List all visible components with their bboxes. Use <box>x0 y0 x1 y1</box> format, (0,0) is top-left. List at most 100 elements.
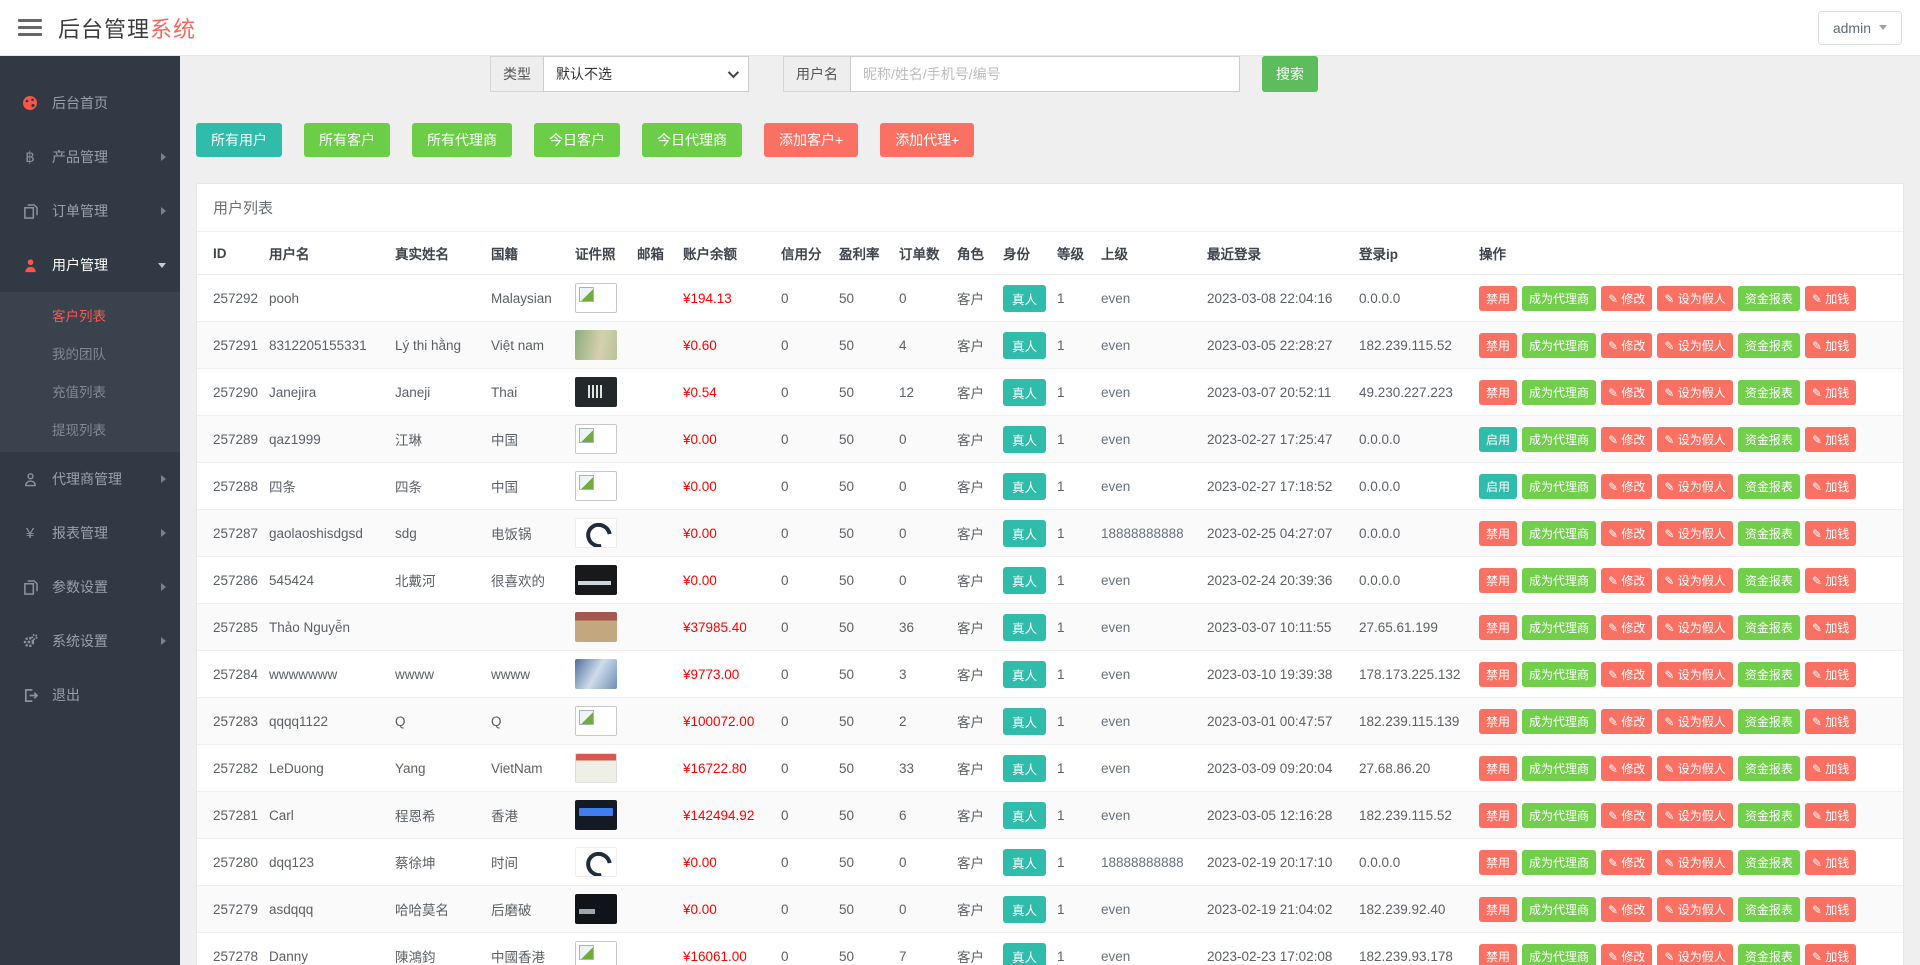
row-action-button[interactable]: 资金报表 <box>1738 850 1800 875</box>
row-action-button[interactable]: 资金报表 <box>1738 756 1800 781</box>
sidebar-item-agents[interactable]: 代理商管理 <box>0 452 180 506</box>
row-action-button[interactable]: 资金报表 <box>1738 427 1800 452</box>
id-photo-thumbnail[interactable] <box>575 847 617 877</box>
id-photo-thumbnail[interactable] <box>575 894 617 924</box>
row-action-button[interactable]: ✎ 设为假人 <box>1657 850 1732 875</box>
toggle-status-button[interactable]: 禁用 <box>1479 568 1517 593</box>
row-action-button[interactable]: ✎ 修改 <box>1601 662 1652 687</box>
toggle-status-button[interactable]: 禁用 <box>1479 521 1517 546</box>
row-action-button[interactable]: ✎ 修改 <box>1601 803 1652 828</box>
row-action-button[interactable]: ✎ 修改 <box>1601 427 1652 452</box>
row-action-button[interactable]: ✎ 修改 <box>1601 897 1652 922</box>
row-action-button[interactable]: ✎ 设为假人 <box>1657 756 1732 781</box>
row-action-button[interactable]: ✎ 修改 <box>1601 709 1652 734</box>
toggle-status-button[interactable]: 禁用 <box>1479 803 1517 828</box>
row-action-button[interactable]: 成为代理商 <box>1522 803 1596 828</box>
row-action-button[interactable]: 资金报表 <box>1738 333 1800 358</box>
all-customers-button[interactable]: 所有客户 <box>304 123 390 157</box>
row-action-button[interactable]: ✎ 修改 <box>1601 756 1652 781</box>
username-search-input[interactable] <box>850 56 1240 92</box>
id-photo-thumbnail[interactable] <box>575 612 617 642</box>
id-photo-thumbnail[interactable] <box>575 706 617 736</box>
sidebar-item-users[interactable]: 用户管理 <box>0 238 180 292</box>
sidebar-item-orders[interactable]: 订单管理 <box>0 184 180 238</box>
row-action-button[interactable]: ✎ 设为假人 <box>1657 333 1732 358</box>
row-action-button[interactable]: ✎ 加钱 <box>1805 380 1856 405</box>
row-action-button[interactable]: ✎ 设为假人 <box>1657 709 1732 734</box>
row-action-button[interactable]: ✎ 加钱 <box>1805 709 1856 734</box>
id-photo-thumbnail[interactable] <box>575 753 617 783</box>
sidebar-subitem-customer-list[interactable]: 客户列表 <box>0 296 180 334</box>
row-action-button[interactable]: ✎ 设为假人 <box>1657 427 1732 452</box>
hamburger-menu-icon[interactable] <box>18 19 42 36</box>
row-action-button[interactable]: ✎ 设为假人 <box>1657 615 1732 640</box>
row-action-button[interactable]: 资金报表 <box>1738 897 1800 922</box>
row-action-button[interactable]: ✎ 加钱 <box>1805 333 1856 358</box>
type-filter-select[interactable]: 默认不选 <box>543 56 749 92</box>
row-action-button[interactable]: ✎ 修改 <box>1601 333 1652 358</box>
id-photo-thumbnail[interactable] <box>575 471 617 501</box>
row-action-button[interactable]: ✎ 修改 <box>1601 615 1652 640</box>
row-action-button[interactable]: 成为代理商 <box>1522 850 1596 875</box>
row-action-button[interactable]: ✎ 设为假人 <box>1657 662 1732 687</box>
row-action-button[interactable]: ✎ 设为假人 <box>1657 380 1732 405</box>
id-photo-thumbnail[interactable] <box>575 800 617 830</box>
sidebar-subitem-recharge-list[interactable]: 充值列表 <box>0 372 180 410</box>
sidebar-item-dashboard[interactable]: 后台首页 <box>0 76 180 130</box>
row-action-button[interactable]: 资金报表 <box>1738 662 1800 687</box>
row-action-button[interactable]: ✎ 修改 <box>1601 380 1652 405</box>
row-action-button[interactable]: 资金报表 <box>1738 286 1800 311</box>
toggle-status-button[interactable]: 启用 <box>1479 474 1517 499</box>
row-action-button[interactable]: ✎ 加钱 <box>1805 662 1856 687</box>
row-action-button[interactable]: 成为代理商 <box>1522 286 1596 311</box>
row-action-button[interactable]: 成为代理商 <box>1522 615 1596 640</box>
toggle-status-button[interactable]: 禁用 <box>1479 615 1517 640</box>
row-action-button[interactable]: ✎ 设为假人 <box>1657 474 1732 499</box>
row-action-button[interactable]: ✎ 加钱 <box>1805 897 1856 922</box>
search-button[interactable]: 搜索 <box>1262 56 1318 92</box>
row-action-button[interactable]: ✎ 修改 <box>1601 944 1652 965</box>
row-action-button[interactable]: ✎ 加钱 <box>1805 474 1856 499</box>
row-action-button[interactable]: ✎ 加钱 <box>1805 286 1856 311</box>
id-photo-thumbnail[interactable] <box>575 659 617 689</box>
row-action-button[interactable]: ✎ 修改 <box>1601 850 1652 875</box>
row-action-button[interactable]: ✎ 加钱 <box>1805 521 1856 546</box>
add-customer-button[interactable]: 添加客户+ <box>764 123 858 157</box>
row-action-button[interactable]: 资金报表 <box>1738 709 1800 734</box>
row-action-button[interactable]: ✎ 加钱 <box>1805 427 1856 452</box>
row-action-button[interactable]: 成为代理商 <box>1522 756 1596 781</box>
row-action-button[interactable]: ✎ 加钱 <box>1805 615 1856 640</box>
id-photo-thumbnail[interactable] <box>575 941 617 965</box>
sidebar-item-products[interactable]: ฿ 产品管理 <box>0 130 180 184</box>
toggle-status-button[interactable]: 禁用 <box>1479 662 1517 687</box>
row-action-button[interactable]: ✎ 修改 <box>1601 568 1652 593</box>
sidebar-item-parameters[interactable]: 参数设置 <box>0 560 180 614</box>
row-action-button[interactable]: ✎ 加钱 <box>1805 944 1856 965</box>
add-agent-button[interactable]: 添加代理+ <box>880 123 974 157</box>
row-action-button[interactable]: 资金报表 <box>1738 380 1800 405</box>
row-action-button[interactable]: ✎ 加钱 <box>1805 756 1856 781</box>
sidebar-item-logout[interactable]: 退出 <box>0 668 180 722</box>
row-action-button[interactable]: ✎ 加钱 <box>1805 850 1856 875</box>
id-photo-thumbnail[interactable] <box>575 283 617 313</box>
row-action-button[interactable]: 成为代理商 <box>1522 897 1596 922</box>
sidebar-subitem-withdraw-list[interactable]: 提现列表 <box>0 410 180 448</box>
all-users-button[interactable]: 所有用户 <box>196 123 282 157</box>
sidebar-item-reports[interactable]: ¥ 报表管理 <box>0 506 180 560</box>
row-action-button[interactable]: 资金报表 <box>1738 615 1800 640</box>
sidebar-subitem-my-team[interactable]: 我的团队 <box>0 334 180 372</box>
row-action-button[interactable]: 成为代理商 <box>1522 380 1596 405</box>
toggle-status-button[interactable]: 禁用 <box>1479 709 1517 734</box>
row-action-button[interactable]: ✎ 修改 <box>1601 521 1652 546</box>
row-action-button[interactable]: ✎ 设为假人 <box>1657 521 1732 546</box>
today-customers-button[interactable]: 今日客户 <box>534 123 620 157</box>
row-action-button[interactable]: 成为代理商 <box>1522 662 1596 687</box>
toggle-status-button[interactable]: 禁用 <box>1479 380 1517 405</box>
row-action-button[interactable]: 资金报表 <box>1738 474 1800 499</box>
row-action-button[interactable]: ✎ 设为假人 <box>1657 944 1732 965</box>
row-action-button[interactable]: 资金报表 <box>1738 568 1800 593</box>
id-photo-thumbnail[interactable] <box>575 330 617 360</box>
row-action-button[interactable]: ✎ 修改 <box>1601 286 1652 311</box>
row-action-button[interactable]: 资金报表 <box>1738 944 1800 965</box>
all-agents-button[interactable]: 所有代理商 <box>412 123 512 157</box>
